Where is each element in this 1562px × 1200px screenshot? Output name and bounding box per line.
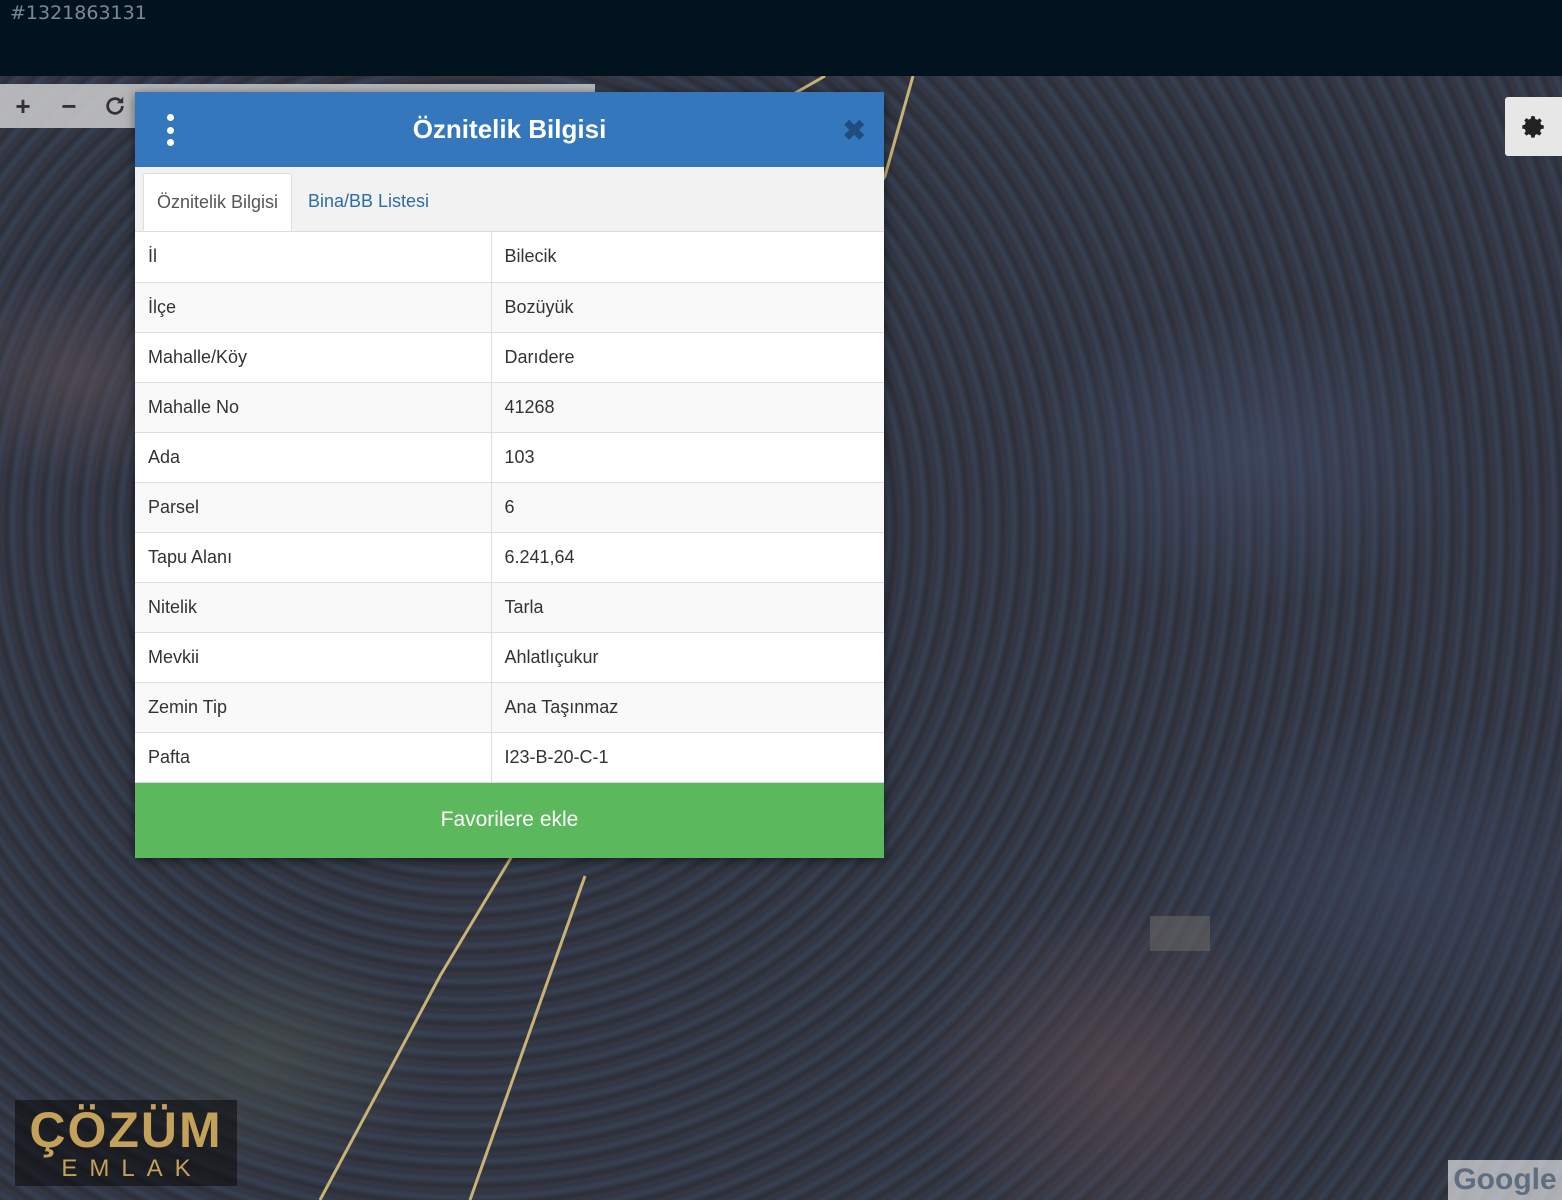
attribute-key: Ada [135,432,492,483]
close-button[interactable]: ✖ [843,114,866,147]
table-row: Mahalle No 41268 [135,382,884,433]
attribute-value: Bilecik [491,232,884,283]
attribute-key: Pafta [135,732,492,783]
attribute-key: İlçe [135,282,492,333]
brand-line2: EMLAK [61,1155,203,1182]
google-attribution-logo: Google [1448,1160,1562,1200]
attribute-value: Ana Taşınmaz [491,682,884,733]
table-row: Nitelik Tarla [135,582,884,633]
tab-bar: Öznitelik Bilgisi Bina/BB Listesi [135,167,884,232]
attribute-key: Mahalle No [135,382,492,433]
zoom-in-button[interactable]: + [0,84,46,128]
brand-watermark-logo: ÇÖZÜM EMLAK [15,1100,237,1186]
refresh-button[interactable] [92,84,138,128]
table-row: İl Bilecik [135,232,884,283]
attribute-value: Ahlatlıçukur [491,632,884,683]
attribute-key: Parsel [135,482,492,533]
attribute-value: 41268 [491,382,884,433]
table-row: Zemin Tip Ana Taşınmaz [135,682,884,733]
gear-icon [1521,115,1544,138]
dialog-header: Öznitelik Bilgisi ✖ [135,92,884,167]
top-bar: #1321863131 [0,0,1562,76]
attribute-key: Mahalle/Köy [135,332,492,383]
attribute-value: 6 [491,482,884,533]
refresh-icon [106,96,124,115]
attribute-value: Tarla [491,582,884,633]
tab-building-list[interactable]: Bina/BB Listesi [295,173,442,231]
attribute-dialog: Öznitelik Bilgisi ✖ Öznitelik Bilgisi Bi… [135,92,884,858]
attribute-key: Nitelik [135,582,492,633]
attribute-key: Tapu Alanı [135,532,492,583]
parcel-line-east [468,875,587,1200]
attribute-key: Zemin Tip [135,682,492,733]
table-row: İlçe Bozüyük [135,282,884,333]
attribute-value: 6.241,64 [491,532,884,583]
zoom-out-button[interactable]: − [46,84,92,128]
table-row: Parsel 6 [135,482,884,533]
brand-line1: ÇÖZÜM [29,1102,223,1158]
dialog-title: Öznitelik Bilgisi [412,114,607,144]
settings-button[interactable] [1505,97,1562,156]
table-row: Tapu Alanı 6.241,64 [135,532,884,583]
add-to-favorites-button[interactable]: Favorilere ekle [135,782,884,858]
table-row: Ada 103 [135,432,884,483]
listing-id: #1321863131 [10,2,147,24]
attribute-table: İl Bilecik İlçe Bozüyük Mahalle/Köy Darıdere M… [135,232,884,783]
table-row: Mevkii Ahlatlıçukur [135,632,884,683]
attribute-key: İl [135,232,492,283]
attribute-key: Mevkii [135,632,492,683]
table-row: Mahalle/Köy Darıdere [135,332,884,383]
attribute-value: Darıdere [491,332,884,383]
attribute-value: 103 [491,432,884,483]
attribute-value: I23-B-20-C-1 [491,732,884,783]
kebab-menu-icon[interactable] [163,114,177,146]
table-row: Pafta I23-B-20-C-1 [135,732,884,783]
map-structure [1150,916,1210,951]
attribute-value: Bozüyük [491,282,884,333]
tab-attributes[interactable]: Öznitelik Bilgisi [143,173,293,231]
